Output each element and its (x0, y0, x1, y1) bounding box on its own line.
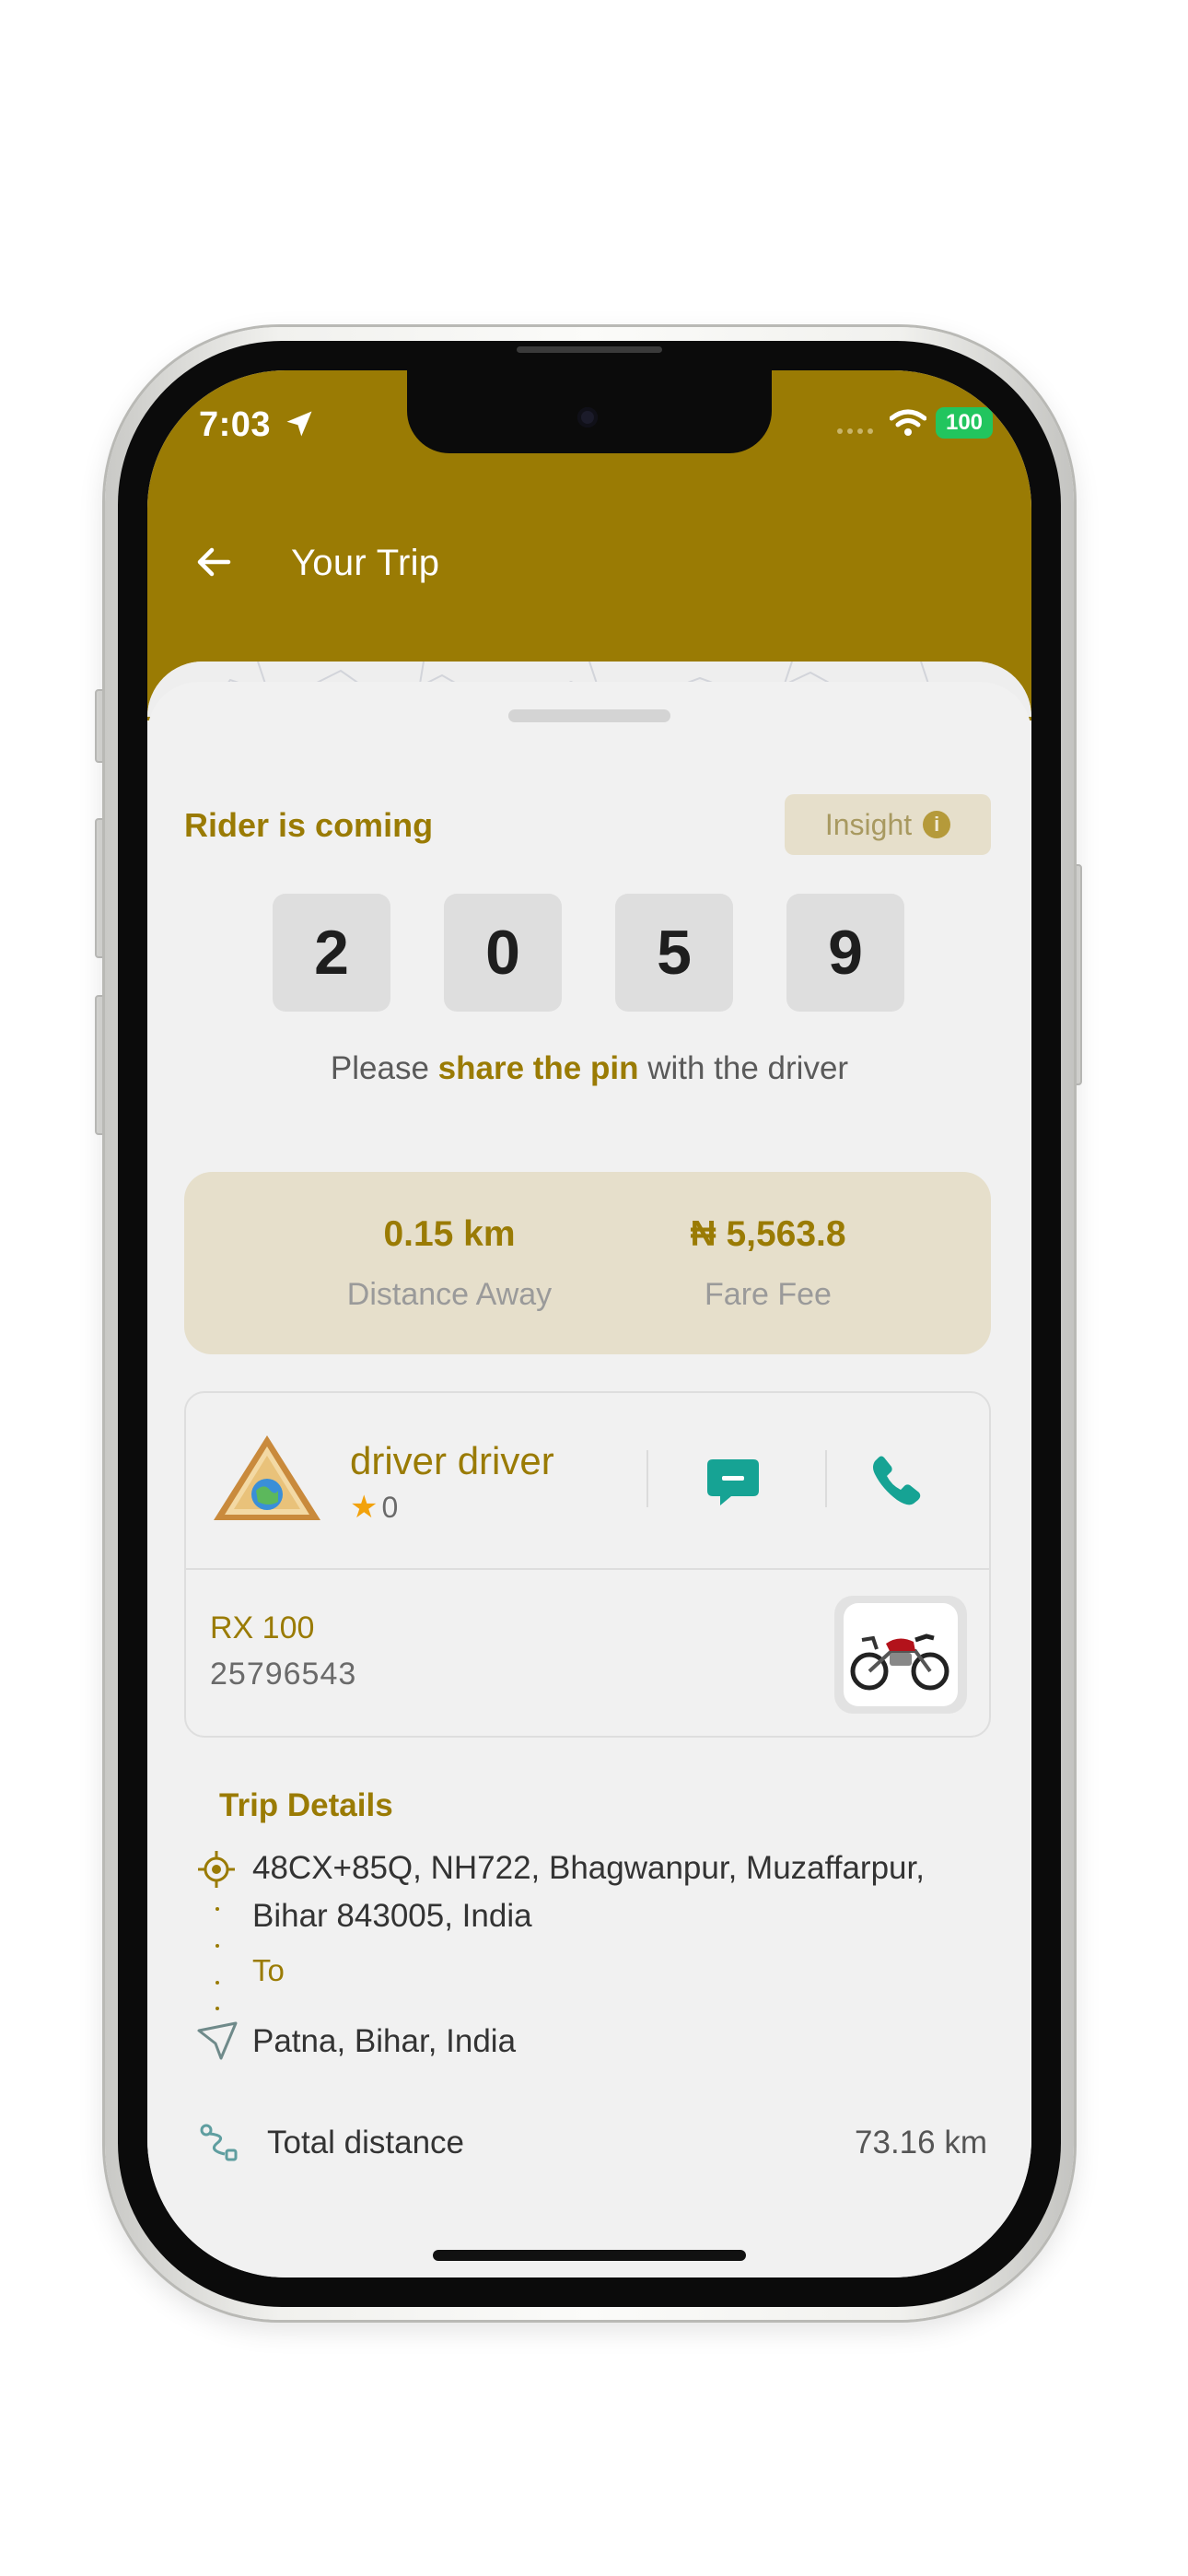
signal-icon (837, 428, 873, 434)
phone-screen: 7:03 100 Your Trip Rider is coming Insig… (147, 370, 1031, 2277)
route-dot (215, 1981, 219, 1985)
pin-note-suffix: with the driver (638, 1050, 849, 1086)
vehicle-plate: 25796543 (210, 1657, 357, 1692)
driver-rating: ★ 0 (350, 1489, 398, 1526)
pickup-location-icon (198, 1851, 235, 1888)
pin-digit: 5 (615, 894, 733, 1012)
total-distance-value: 73.16 km (855, 2125, 987, 2160)
insight-label: Insight (824, 807, 913, 841)
dropoff-address: Patna, Bihar, India (252, 2023, 517, 2059)
front-camera (577, 407, 598, 427)
pickup-address: 48CX+85Q, NH722, Bhagwanpur, Muzaffarpur… (252, 1850, 925, 1934)
motorcycle-icon (834, 1596, 967, 1714)
drag-handle[interactable] (508, 709, 670, 722)
fare-fee-value: ₦ 5,563.8 (690, 1214, 846, 1254)
wifi-icon (890, 409, 926, 436)
driver-card: driver driver ★ 0 RX 100 25796543 (184, 1391, 991, 1738)
total-distance-label: Total distance (267, 2125, 465, 2160)
trip-bottom-sheet: Rider is coming Insight i 2 0 5 9 Please… (147, 682, 1031, 2277)
location-arrow-icon (286, 411, 312, 437)
route-icon (200, 2124, 238, 2161)
speaker-slot (517, 346, 662, 353)
status-time: 7:03 (199, 405, 272, 444)
rider-status: Rider is coming (184, 806, 434, 844)
route-dot (215, 1944, 219, 1948)
fare-fee-label: Fare Fee (705, 1277, 832, 1312)
insight-button[interactable]: Insight i (785, 794, 991, 855)
chat-icon[interactable] (704, 1452, 763, 1511)
divider (825, 1450, 827, 1507)
trip-summary-card: 0.15 km Distance Away ₦ 5,563.8 Fare Fee (184, 1172, 991, 1354)
trip-details-title: Trip Details (219, 1787, 393, 1823)
to-label: To (252, 1953, 285, 1987)
driver-avatar (214, 1435, 320, 1520)
back-arrow-icon[interactable] (188, 536, 239, 588)
home-indicator[interactable] (433, 2250, 746, 2261)
divider (646, 1450, 648, 1507)
pin-note-prefix: Please (330, 1050, 438, 1086)
phone-icon[interactable] (869, 1452, 925, 1507)
page-title: Your Trip (291, 543, 440, 583)
distance-away-label: Distance Away (346, 1277, 553, 1312)
vehicle-model: RX 100 (210, 1610, 315, 1645)
pin-instruction: Please share the pin with the driver (147, 1050, 1031, 1087)
driver-name: driver driver (350, 1439, 554, 1482)
battery-icon: 100 (936, 407, 993, 439)
pin-digit: 0 (444, 894, 562, 1012)
distance-away-value: 0.15 km (383, 1214, 516, 1254)
route-dot (215, 2007, 219, 2010)
route-dot (215, 1907, 219, 1911)
pin-note-emphasis: share the pin (437, 1050, 639, 1086)
pin-digit: 2 (273, 894, 390, 1012)
rating-value: 0 (381, 1490, 399, 1524)
pin-digit: 9 (786, 894, 904, 1012)
star-icon: ★ (350, 1490, 379, 1525)
info-icon: i (923, 811, 951, 838)
card-divider (186, 1568, 989, 1570)
dropoff-location-icon (197, 2021, 238, 2060)
